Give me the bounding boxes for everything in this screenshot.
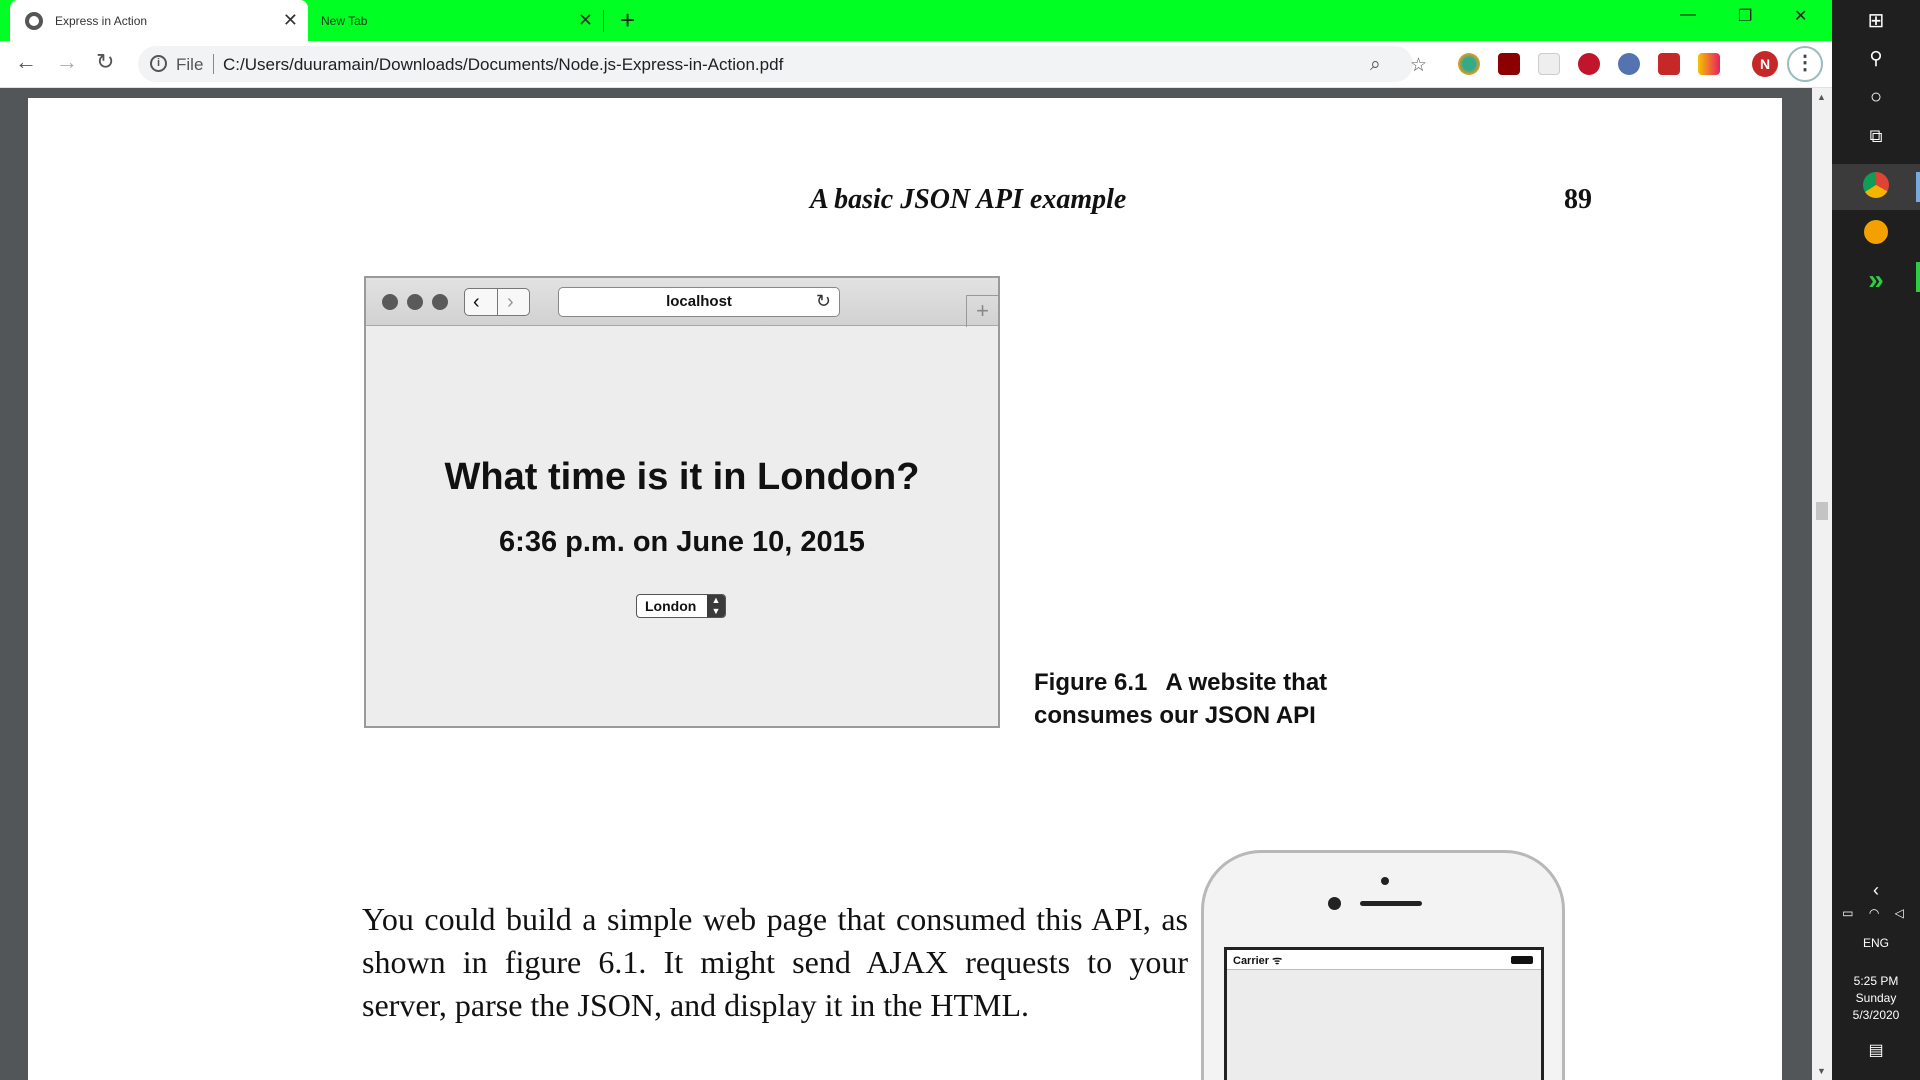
extension-page-icon[interactable] <box>1538 53 1560 75</box>
bookmark-star-icon[interactable]: ☆ <box>1410 54 1427 77</box>
window-dot <box>382 294 398 310</box>
figure-address-text: localhost <box>666 293 732 310</box>
phone-carrier-label: Carrier ᯤ <box>1233 955 1283 967</box>
extension-glasses-icon[interactable] <box>1618 53 1640 75</box>
scheme-label: File <box>176 55 204 74</box>
body-paragraph: You could build a simple web page that c… <box>362 901 1188 1023</box>
chevron-left-icon: ‹ <box>473 291 480 313</box>
phone-status-bar: Carrier ᯤ <box>1227 950 1541 970</box>
running-indicator <box>1916 262 1920 292</box>
tab-close-icon[interactable]: ✕ <box>283 11 298 29</box>
figure-nav-buttons: ‹ › <box>464 288 530 316</box>
running-head: A basic JSON API example <box>810 184 1127 215</box>
reload-icon[interactable]: ↻ <box>96 49 114 75</box>
figure-browser-window: ‹ › localhost ↻ + What time is it in Lon… <box>364 276 1000 728</box>
pycharm-icon[interactable]: » <box>1832 264 1920 296</box>
minimize-button[interactable]: — <box>1680 6 1696 24</box>
new-tab-button[interactable]: + <box>620 6 635 34</box>
figure-heading: What time is it in London? <box>444 456 920 498</box>
phone-illustration: Carrier ᯤ <box>1201 850 1565 1080</box>
phone-screen: Carrier ᯤ <box>1224 947 1544 1080</box>
figure-caption: Figure 6.1 A website that consumes our JS… <box>1034 666 1414 732</box>
figure-city-select: London ▲ ▼ <box>636 594 726 618</box>
window-dot <box>407 294 423 310</box>
clock-time[interactable]: 5:25 PM <box>1832 973 1920 990</box>
window-close-button[interactable]: ✕ <box>1794 6 1807 26</box>
profile-avatar[interactable]: N <box>1752 51 1778 77</box>
tray-status-icons[interactable]: ▭ ◠ ◁ <box>1832 906 1920 920</box>
info-icon[interactable]: i <box>150 55 167 72</box>
globe-icon <box>25 11 43 30</box>
chrome-taskbar-icon[interactable] <box>1832 172 1920 203</box>
nav-divider <box>497 289 498 315</box>
language-indicator[interactable]: ENG <box>1832 935 1920 952</box>
windows-taskbar: ⊞ ⚲ ○ ⧉ » ‹ ▭ ◠ ◁ ENG 5:25 PM Sunday 5/3… <box>1832 0 1920 1080</box>
tab-close-icon[interactable]: ✕ <box>578 11 593 29</box>
back-arrow-icon[interactable]: ← <box>15 49 37 75</box>
notification-icon[interactable]: ▤ <box>1832 1040 1920 1060</box>
figure-time: 6:36 p.m. on June 10, 2015 <box>499 526 865 558</box>
scheme-divider <box>213 54 214 74</box>
figure-select-value: London <box>645 598 697 614</box>
scroll-up-icon[interactable]: ▲ <box>1817 92 1826 102</box>
battery-icon <box>1511 956 1533 964</box>
task-view-icon[interactable]: ⧉ <box>1832 126 1920 147</box>
scroll-down-icon[interactable]: ▼ <box>1817 1066 1826 1076</box>
scroll-thumb[interactable] <box>1816 502 1828 520</box>
tab-title: New Tab <box>321 13 368 28</box>
ublock-icon[interactable] <box>1498 53 1520 75</box>
clock-day[interactable]: Sunday <box>1832 990 1920 1007</box>
cortana-icon[interactable]: ○ <box>1832 86 1920 109</box>
pdf-page: A basic JSON API example 89 ‹ › localhos… <box>28 98 1782 1080</box>
windows-start-icon[interactable]: ⊞ <box>1832 8 1920 33</box>
address-bar[interactable]: i File C:/Users/duuramain/Downloads/Docu… <box>138 46 1427 82</box>
tab-divider <box>603 10 604 32</box>
figure-caption-label: Figure 6.1 <box>1034 669 1148 696</box>
forward-arrow-icon[interactable]: → <box>56 49 78 75</box>
extension-globe-icon[interactable] <box>1458 53 1480 75</box>
figure-address-bar: localhost ↻ <box>558 287 840 317</box>
restore-button[interactable]: ❐ <box>1738 6 1752 26</box>
clock-date[interactable]: 5/3/2020 <box>1832 1007 1920 1024</box>
extension-w-icon[interactable] <box>1698 53 1720 75</box>
tab-strip: Express in Action ✕ New Tab ✕ + — ❐ ✕ <box>0 0 1832 41</box>
search-icon[interactable]: ⚲ <box>1832 48 1920 69</box>
plus-icon: + <box>966 295 998 327</box>
vpn-app-icon[interactable] <box>1832 220 1920 249</box>
pdf-scrollbar[interactable]: ▲ ▼ <box>1812 88 1832 1080</box>
running-indicator <box>1916 172 1920 202</box>
page-number: 89 <box>1564 184 1592 215</box>
tab-new-tab[interactable]: New Tab ✕ <box>313 0 603 41</box>
figure-browser-titlebar: ‹ › localhost ↻ + <box>366 278 998 327</box>
window-dot <box>432 294 448 310</box>
updown-arrows-icon: ▲ ▼ <box>707 595 725 617</box>
tab-title: Express in Action <box>55 13 148 28</box>
phone-camera <box>1328 897 1341 910</box>
browser-menu-icon[interactable]: ⋮ <box>1787 46 1823 82</box>
tab-express-in-action[interactable]: Express in Action ✕ <box>10 0 308 41</box>
extension-red-icon[interactable] <box>1578 53 1600 75</box>
phone-sensor <box>1381 877 1389 885</box>
chevron-right-icon: › <box>507 291 514 313</box>
chevron-left-icon[interactable]: ‹ <box>1832 880 1920 901</box>
extension-book-icon[interactable] <box>1658 53 1680 75</box>
reload-icon: ↻ <box>815 291 831 311</box>
zoom-icon[interactable]: ⌕ <box>1370 54 1381 76</box>
url-text[interactable]: C:/Users/duuramain/Downloads/Documents/N… <box>223 55 783 75</box>
browser-toolbar: ← → ↻ i File C:/Users/duuramain/Download… <box>0 41 1832 88</box>
phone-speaker <box>1360 901 1422 906</box>
